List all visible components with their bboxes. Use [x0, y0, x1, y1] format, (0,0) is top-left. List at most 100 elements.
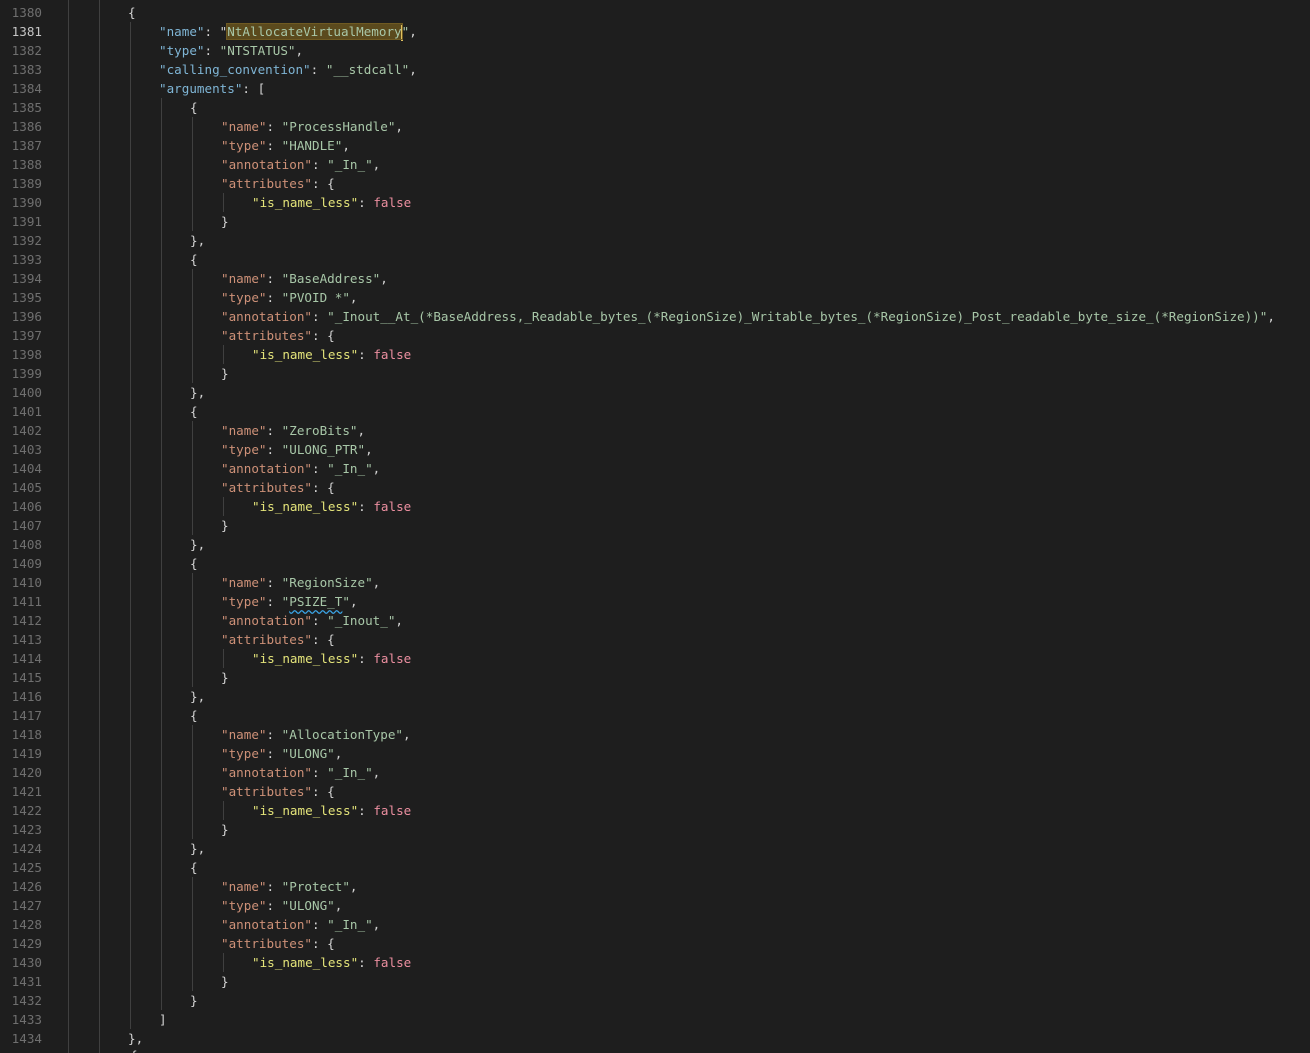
code-line[interactable]: 1425 {	[0, 858, 1310, 877]
code-line[interactable]: 1400},	[0, 383, 1310, 402]
code-line[interactable]: 1381 "name": "NtAllocateVirtualMemory",	[0, 22, 1310, 41]
code-line[interactable]: 1396 "annotation": "_Inout__At_(*BaseAddr…	[0, 307, 1310, 326]
code-line[interactable]: 1405 "attributes": {	[0, 478, 1310, 497]
code-line[interactable]: 1380 {	[0, 3, 1310, 22]
line-number: 1415	[11, 670, 42, 685]
line-number: 1422	[11, 803, 42, 818]
code-line[interactable]: 1399}	[0, 364, 1310, 383]
json-punctuation: }	[221, 822, 229, 837]
code-line[interactable]: 1390 "is_name_less": false	[0, 193, 1310, 212]
code-text: "calling_convention": "__stdcall",	[159, 60, 417, 79]
code-line[interactable]: 1387 "type": "HANDLE",	[0, 136, 1310, 155]
line-number: 1389	[11, 176, 42, 191]
json-key: "name"	[221, 423, 267, 438]
code-line[interactable]: 1394 "name": "BaseAddress",	[0, 269, 1310, 288]
json-string: "_Inout_"	[327, 613, 396, 628]
code-text: {	[128, 3, 136, 22]
code-text: "arguments": [	[159, 79, 265, 98]
code-line[interactable]: 1413 "attributes": {	[0, 630, 1310, 649]
code-line[interactable]: 1398 "is_name_less": false	[0, 345, 1310, 364]
code-line[interactable]: 1412 "annotation": "_Inout_",	[0, 611, 1310, 630]
code-line[interactable]: 1388 "annotation": "_In_",	[0, 155, 1310, 174]
code-text: "is_name_less": false	[252, 497, 411, 516]
code-text: {	[190, 706, 198, 725]
json-key: "attributes"	[221, 176, 312, 191]
code-text: },	[190, 687, 205, 706]
code-line[interactable]: 1415}	[0, 668, 1310, 687]
code-line[interactable]: 1420 "annotation": "_In_",	[0, 763, 1310, 782]
code-line[interactable]: 1417 {	[0, 706, 1310, 725]
code-line[interactable]: 1422 "is_name_less": false	[0, 801, 1310, 820]
code-line[interactable]: 1393 {	[0, 250, 1310, 269]
json-boolean: false	[373, 195, 412, 210]
code-line[interactable]: 1432}	[0, 991, 1310, 1010]
code-line[interactable]: 1384 "arguments": [	[0, 79, 1310, 98]
code-text: },	[190, 535, 205, 554]
code-line[interactable]: 1401 {	[0, 402, 1310, 421]
json-key: "is_name_less"	[252, 651, 359, 666]
json-punctuation: :	[266, 290, 282, 305]
code-line[interactable]: 1428 "annotation": "_In_",	[0, 915, 1310, 934]
code-text: "type": "ULONG_PTR",	[221, 440, 373, 459]
code-line[interactable]: 1416},	[0, 687, 1310, 706]
code-text: "is_name_less": false	[252, 649, 411, 668]
line-number: 1428	[11, 917, 42, 932]
code-line[interactable]: 1427 "type": "ULONG",	[0, 896, 1310, 915]
code-text: "name": "BaseAddress",	[221, 269, 388, 288]
code-line[interactable]: 1403 "type": "ULONG_PTR",	[0, 440, 1310, 459]
code-line[interactable]: 1429 "attributes": {	[0, 934, 1310, 953]
code-text: {	[190, 554, 198, 573]
json-punctuation: :	[266, 423, 282, 438]
json-punctuation: ,	[372, 765, 381, 780]
code-line[interactable]: 1382 "type": "NTSTATUS",	[0, 41, 1310, 60]
code-text: "type": "ULONG",	[221, 744, 342, 763]
code-text: "annotation": "_In_",	[221, 155, 380, 174]
code-line[interactable]: 1402 "name": "ZeroBits",	[0, 421, 1310, 440]
json-punctuation: {	[190, 252, 198, 267]
json-punctuation: ,	[1267, 309, 1275, 324]
line-number: 1397	[11, 328, 42, 343]
code-text: }	[221, 212, 229, 231]
json-punctuation: {	[190, 860, 198, 875]
code-line[interactable]: 1433]	[0, 1010, 1310, 1029]
code-line[interactable]: 1385 {	[0, 98, 1310, 117]
code-line[interactable]: 1419 "type": "ULONG",	[0, 744, 1310, 763]
code-text: "type": "ULONG",	[221, 896, 342, 915]
code-line[interactable]: 1395 "type": "PVOID *",	[0, 288, 1310, 307]
code-line[interactable]: 1423}	[0, 820, 1310, 839]
code-line[interactable]: 1426 "name": "Protect",	[0, 877, 1310, 896]
json-punctuation: :	[312, 157, 328, 172]
json-punctuation: },	[190, 841, 206, 856]
code-line[interactable]: 1391}	[0, 212, 1310, 231]
code-line[interactable]: 1418 "name": "AllocationType",	[0, 725, 1310, 744]
json-punctuation: :	[358, 803, 374, 818]
line-number: 1390	[11, 195, 42, 210]
line-number: 1426	[11, 879, 42, 894]
code-line[interactable]: 1407}	[0, 516, 1310, 535]
code-line[interactable]: 1424},	[0, 839, 1310, 858]
json-punctuation: :	[266, 119, 282, 134]
code-line[interactable]: 1410 "name": "RegionSize",	[0, 573, 1310, 592]
line-number: 1407	[11, 518, 42, 533]
code-text: "type": "NTSTATUS",	[159, 41, 303, 60]
code-line[interactable]: 1411 "type": "PSIZE_T",	[0, 592, 1310, 611]
code-line[interactable]: 1383 "calling_convention": "__stdcall",	[0, 60, 1310, 79]
code-line[interactable]: 1392},	[0, 231, 1310, 250]
code-editor[interactable]: 1380{1381 "name": "NtAllocateVirtualMemor…	[0, 0, 1310, 1053]
code-line[interactable]: 1431}	[0, 972, 1310, 991]
json-punctuation: ,	[372, 575, 381, 590]
code-line[interactable]: 1397 "attributes": {	[0, 326, 1310, 345]
json-key: "name"	[221, 727, 267, 742]
code-line[interactable]: 1386 "name": "ProcessHandle",	[0, 117, 1310, 136]
json-boolean: false	[373, 651, 412, 666]
code-line[interactable]: 1389 "attributes": {	[0, 174, 1310, 193]
code-line[interactable]: 1406 "is_name_less": false	[0, 497, 1310, 516]
code-line[interactable]: 1404 "annotation": "_In_",	[0, 459, 1310, 478]
code-line[interactable]: 1409 {	[0, 554, 1310, 573]
line-number: 1427	[11, 898, 42, 913]
line-number: 1391	[11, 214, 42, 229]
code-line[interactable]: 1414 "is_name_less": false	[0, 649, 1310, 668]
code-line[interactable]: 1408},	[0, 535, 1310, 554]
code-line[interactable]: 1430 "is_name_less": false	[0, 953, 1310, 972]
code-line[interactable]: 1421 "attributes": {	[0, 782, 1310, 801]
